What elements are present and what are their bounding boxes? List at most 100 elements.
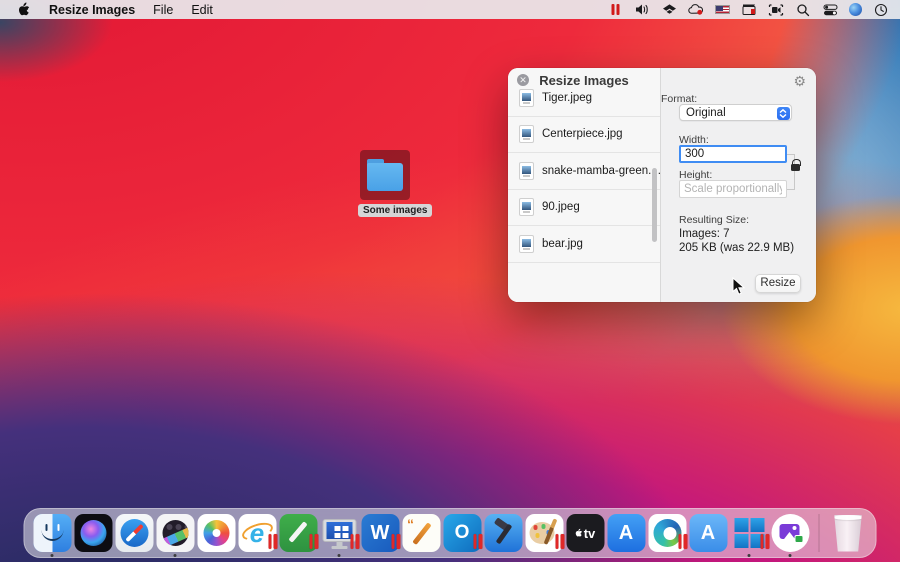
resize-images-app-icon [771, 514, 809, 552]
mouse-cursor [732, 277, 745, 301]
format-dropdown[interactable]: Original [679, 104, 792, 121]
paused-badge-icon [391, 534, 400, 549]
list-scrollbar[interactable] [652, 168, 657, 242]
resize-button[interactable]: Resize [755, 274, 801, 293]
windows-icon [730, 514, 768, 552]
menubar-app-name[interactable]: Resize Images [49, 3, 135, 17]
app-store-alt-icon: A [689, 514, 727, 552]
paused-badge-icon [473, 534, 482, 549]
finder-icon [33, 514, 71, 552]
parallels-desktop-icon [320, 514, 358, 552]
resize-images-window: ✕ Resize Images Tiger.jpeg Centerpiece.j… [508, 68, 816, 302]
dock-item-resize-images[interactable] [770, 509, 811, 557]
folder-label[interactable]: Some images [358, 204, 432, 217]
dock-item-apple-tv[interactable]: tv [565, 509, 606, 557]
lock-icon[interactable] [791, 164, 800, 171]
jpeg-file-icon [519, 235, 534, 253]
dropbox-icon[interactable] [661, 2, 677, 18]
trash-icon [833, 515, 863, 552]
folder-selection-highlight [360, 150, 410, 200]
dock-item-trash[interactable] [828, 509, 869, 557]
dock-item-notes-green[interactable] [278, 509, 319, 557]
running-indicator [174, 554, 177, 557]
clapper-icon[interactable] [741, 2, 757, 18]
dock-item-siri[interactable] [73, 509, 114, 557]
siri-menubar-icon[interactable] [849, 3, 862, 16]
menu-file[interactable]: File [153, 3, 173, 17]
dock-item-finder[interactable] [32, 509, 73, 557]
jpeg-file-icon [519, 89, 534, 107]
paused-badge-icon [678, 534, 687, 549]
photos-icon [197, 514, 235, 552]
file-row[interactable]: Centerpiece.jpg [508, 117, 660, 154]
images-count: Images: 7 [679, 228, 730, 240]
edge-icon [648, 514, 686, 552]
pen-writer-icon: “ [402, 514, 440, 552]
settings-pane: ⚙ Format: Original Width: Height: Result… [660, 68, 816, 302]
green-pencil-app-icon [279, 514, 317, 552]
jpeg-file-icon [519, 162, 534, 180]
dock: e W “ [24, 508, 877, 558]
menu-bar: Resize Images File Edit [0, 0, 900, 19]
word-icon: W [361, 514, 399, 552]
clock-icon[interactable] [873, 2, 889, 18]
volume-icon[interactable] [634, 2, 650, 18]
cloud-sync-icon[interactable] [688, 2, 704, 18]
jpeg-file-icon [519, 125, 534, 143]
dock-item-app-store[interactable]: A [606, 509, 647, 557]
running-indicator [748, 554, 751, 557]
dock-item-internet-explorer[interactable]: e [237, 509, 278, 557]
dock-item-word[interactable]: W [360, 509, 401, 557]
gear-icon[interactable]: ⚙ [793, 73, 806, 90]
dock-item-outlook[interactable]: O [442, 509, 483, 557]
parallels-pause-icon[interactable] [607, 2, 623, 18]
dock-item-xcode[interactable] [483, 509, 524, 557]
desktop-folder[interactable]: Some images [358, 150, 412, 218]
dock-item-edge[interactable] [647, 509, 688, 557]
apple-menu-icon[interactable] [15, 2, 31, 18]
dock-item-movie-app[interactable] [155, 509, 196, 557]
app-store-icon: A [607, 514, 645, 552]
dock-item-paint[interactable] [524, 509, 565, 557]
menu-edit[interactable]: Edit [191, 3, 213, 17]
window-title: Resize Images [508, 73, 660, 88]
paused-badge-icon [760, 534, 769, 549]
jpeg-file-icon [519, 198, 534, 216]
file-row[interactable]: bear.jpg [508, 226, 660, 263]
dock-item-photos[interactable] [196, 509, 237, 557]
resulting-size-label: Resulting Size: [679, 214, 749, 226]
running-indicator [338, 554, 341, 557]
running-indicator [51, 554, 54, 557]
dropdown-stepper-icon[interactable] [777, 107, 790, 120]
spotlight-icon[interactable] [795, 2, 811, 18]
dock-item-safari[interactable] [114, 509, 155, 557]
dock-separator [819, 514, 820, 552]
file-row[interactable]: snake-mamba-green.... [508, 153, 660, 190]
paused-badge-icon [555, 534, 564, 549]
dock-item-pen-writer[interactable]: “ [401, 509, 442, 557]
file-row[interactable]: 90.jpeg [508, 190, 660, 227]
siri-icon [74, 514, 112, 552]
file-list-pane: ✕ Resize Images Tiger.jpeg Centerpiece.j… [508, 68, 660, 302]
us-flag-icon[interactable] [715, 5, 730, 14]
file-list[interactable]: Tiger.jpeg Centerpiece.jpg snake-mamba-g… [508, 88, 660, 302]
size-info: 205 KB (was 22.9 MB) [679, 242, 794, 254]
movie-app-icon [156, 514, 194, 552]
dock-item-parallels-desktop[interactable] [319, 509, 360, 557]
dock-item-windows[interactable] [729, 509, 770, 557]
internet-explorer-icon: e [238, 514, 276, 552]
height-input[interactable] [679, 180, 787, 198]
running-indicator [789, 554, 792, 557]
file-row[interactable]: Tiger.jpeg [508, 88, 660, 117]
paused-badge-icon [350, 534, 359, 549]
control-center-icon[interactable] [822, 2, 838, 18]
paused-badge-icon [268, 534, 277, 549]
width-input[interactable] [679, 145, 787, 163]
dock-item-app-store-alt[interactable]: A [688, 509, 729, 557]
safari-icon [115, 514, 153, 552]
xcode-icon [484, 514, 522, 552]
screen-record-icon[interactable] [768, 2, 784, 18]
outlook-icon: O [443, 514, 481, 552]
paint-app-icon [525, 514, 563, 552]
paused-badge-icon [309, 534, 318, 549]
